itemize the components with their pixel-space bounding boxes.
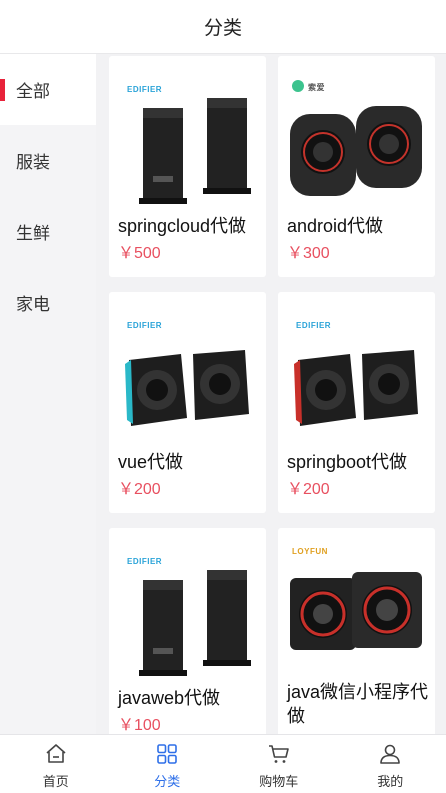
tab-label: 分类 — [154, 774, 181, 789]
tall-speakers-image: EDIFIER — [127, 557, 251, 676]
product-card[interactable]: EDIFIER springcloud代做 ￥500 — [109, 56, 266, 277]
brand-logo: LOYFUN — [292, 547, 328, 556]
product-card[interactable]: EDIFIER vue代做 ￥200 — [109, 292, 266, 513]
product-price: ￥500 — [118, 245, 161, 262]
user-icon — [380, 744, 401, 764]
product-name: java微信小程序代做 — [287, 682, 429, 726]
brand-logo: EDIFIER — [127, 557, 162, 566]
category-label: 全部 — [16, 82, 50, 101]
category-item-clothing[interactable]: 服装 — [0, 125, 96, 196]
round-speakers-image: 索爱 — [290, 80, 422, 196]
cube-speakers-image: EDIFIER — [294, 321, 418, 426]
tab-profile[interactable]: 我的 — [335, 735, 446, 793]
bottom-tab-bar: 首页 分类 购物车 我的 — [0, 734, 446, 793]
page-title: 分类 — [203, 18, 242, 39]
product-grid: EDIFIER springcloud代做 ￥500 索爱 android代做 … — [96, 54, 446, 734]
product-name: springboot代做 — [287, 452, 408, 472]
tall-speakers-image: EDIFIER — [127, 85, 251, 204]
tab-category[interactable]: 分类 — [112, 735, 224, 793]
category-sidebar: 全部 服装 生鲜 家电 — [0, 54, 96, 734]
brand-logo: EDIFIER — [296, 321, 331, 330]
product-name: springcloud代做 — [118, 216, 247, 236]
top-bar: 分类 — [0, 0, 446, 54]
product-card[interactable]: LOYFUN java微信小程序代做 — [278, 528, 435, 734]
brand-logo: EDIFIER — [127, 321, 162, 330]
product-name: android代做 — [287, 216, 384, 236]
category-item-fresh[interactable]: 生鲜 — [0, 196, 96, 267]
product-price: ￥300 — [287, 245, 330, 262]
tab-home[interactable]: 首页 — [0, 735, 112, 793]
product-name: javaweb代做 — [118, 688, 221, 708]
brand-logo: EDIFIER — [127, 85, 162, 94]
product-price: ￥200 — [287, 481, 330, 498]
product-card[interactable]: EDIFIER javaweb代做 ￥100 — [109, 528, 266, 734]
box-speakers-image: LOYFUN — [290, 547, 422, 650]
product-card[interactable]: 索爱 android代做 ￥300 — [278, 56, 435, 277]
category-label: 生鲜 — [16, 224, 50, 243]
tab-cart[interactable]: 购物车 — [223, 735, 335, 793]
product-card[interactable]: EDIFIER springboot代做 ￥200 — [278, 292, 435, 513]
tab-label: 我的 — [377, 774, 404, 789]
grid-icon — [157, 744, 178, 764]
category-label: 家电 — [16, 295, 50, 314]
home-icon — [46, 744, 66, 763]
category-item-all[interactable]: 全部 — [0, 54, 96, 125]
category-label: 服装 — [16, 153, 50, 172]
tab-label: 首页 — [42, 774, 69, 789]
brand-logo: 索爱 — [308, 82, 325, 92]
product-name: vue代做 — [118, 452, 184, 472]
tab-label: 购物车 — [259, 774, 299, 789]
product-price: ￥200 — [118, 481, 161, 498]
category-item-appliances[interactable]: 家电 — [0, 267, 96, 338]
cart-icon — [268, 745, 289, 763]
cube-speakers-image: EDIFIER — [125, 321, 249, 426]
product-price: ￥100 — [118, 717, 161, 734]
